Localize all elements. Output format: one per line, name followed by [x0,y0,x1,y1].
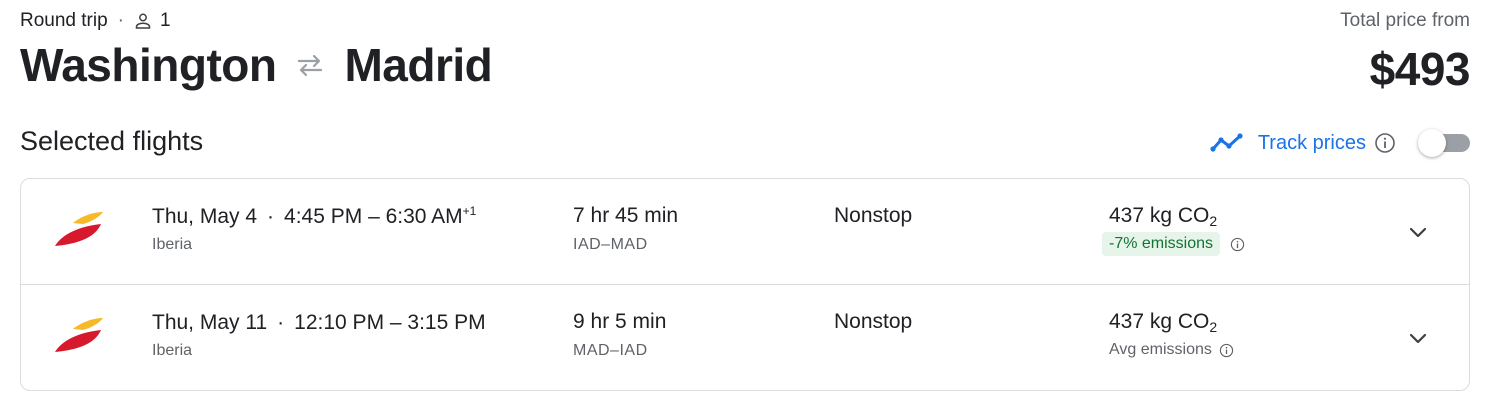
flight-row[interactable]: Thu, May 4 · 4:45 PM – 6:30 AM+1 Iberia 7 … [21,179,1469,285]
co2-value: 437 kg CO [1109,310,1210,333]
iberia-logo [55,318,103,352]
price-block: Total price from $493 [1340,10,1470,96]
flight-times: Thu, May 4 · 4:45 PM – 6:30 AM+1 [152,204,476,229]
emissions-info: -7% emissions [1102,232,1245,256]
swap-arrows-icon [298,54,323,77]
emissions-badge: -7% emissions [1102,232,1221,256]
airline-name: Iberia [152,342,193,359]
separator-dot: · [267,205,275,228]
destination-city: Madrid [344,39,493,91]
airline-name: Iberia [152,236,193,253]
flight-airports: IAD–MAD [573,236,648,253]
co2-subscript: 2 [1209,319,1218,335]
trip-header: Round trip · 1 Washington Madrid Total p… [20,8,1470,98]
track-prices-toggle[interactable] [1418,129,1470,157]
route-title: Washington Madrid [20,38,493,92]
flight-stops: Nonstop [834,310,913,333]
flight-date: Thu, May 4 [152,205,258,228]
selected-flights-card: Thu, May 4 · 4:45 PM – 6:30 AM+1 Iberia 7 … [20,178,1470,391]
flight-date: Thu, May 11 [152,311,268,334]
flight-time-range: 12:10 PM – 3:15 PM [294,311,486,334]
trend-line-icon [1210,133,1243,152]
co2-amount: 437 kg CO2 [1109,310,1217,335]
info-icon[interactable] [1230,237,1245,252]
trip-meta: Round trip · 1 [20,10,171,32]
co2-amount: 437 kg CO2 [1109,204,1217,229]
flight-row[interactable]: Thu, May 11 · 12:10 PM – 3:15 PM Iberia 9 … [21,285,1469,391]
day-offset: +1 [462,204,477,218]
passenger-count[interactable]: 1 [160,10,171,32]
expand-flight-button[interactable] [1403,217,1433,247]
flight-airports: MAD–IAD [573,342,648,359]
co2-value: 437 kg CO [1109,204,1210,227]
flight-duration: 7 hr 45 min [573,204,679,227]
toggle-knob [1418,129,1446,157]
emissions-info: Avg emissions [1102,338,1234,362]
flight-duration: 9 hr 5 min [573,310,667,333]
info-icon[interactable] [1219,343,1234,358]
separator-dot: · [117,10,124,31]
flight-stops: Nonstop [834,204,913,227]
chevron-down-icon [1409,227,1427,238]
origin-city: Washington [20,39,277,91]
track-prices-label[interactable]: Track prices [1258,132,1366,155]
info-icon[interactable] [1374,132,1396,154]
flight-times: Thu, May 11 · 12:10 PM – 3:15 PM [152,310,486,335]
track-prices-control[interactable]: Track prices [1210,124,1470,162]
total-price: $493 [1369,43,1471,95]
separator-dot: · [277,311,285,334]
person-icon [135,13,151,29]
flight-time-range: 4:45 PM – 6:30 AM [284,205,463,228]
trip-type[interactable]: Round trip [20,10,108,32]
emissions-label: Avg emissions [1109,341,1212,358]
co2-subscript: 2 [1209,213,1218,229]
chevron-down-icon [1409,333,1427,344]
price-label: Total price from [1340,10,1470,31]
expand-flight-button[interactable] [1403,323,1433,353]
section-title: Selected flights [20,126,204,156]
iberia-logo [55,212,103,246]
